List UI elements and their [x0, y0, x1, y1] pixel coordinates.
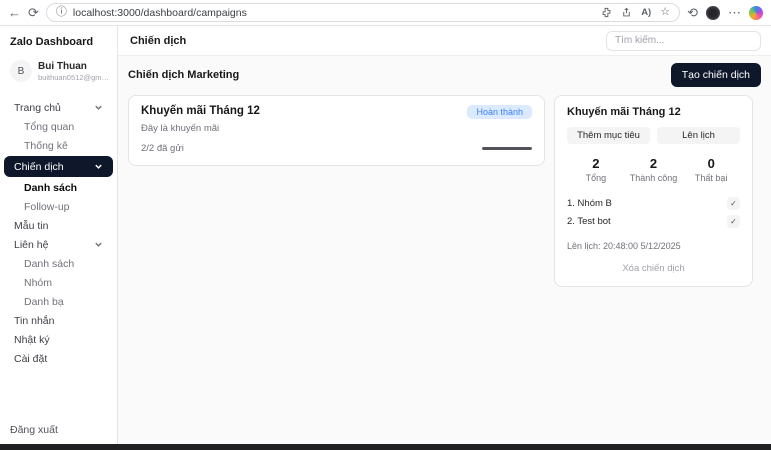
- sidebar-item-label: Danh sách: [24, 258, 74, 270]
- target-label: 1. Nhóm B: [567, 198, 612, 209]
- user-name: Bui Thuan: [38, 60, 110, 73]
- schedule-info: Lên lịch: 20:48:00 5/12/2025: [567, 241, 740, 251]
- sidebar: Zalo Dashboard B Bui Thuan buithuan0512@…: [0, 26, 118, 444]
- chevron-down-icon: [94, 103, 103, 112]
- sidebar-item-label: Follow-up: [24, 201, 70, 213]
- more-menu-icon[interactable]: ⋯: [728, 6, 741, 19]
- create-campaign-button[interactable]: Tạo chiến dịch: [671, 63, 761, 87]
- address-bar[interactable]: ⓘ localhost:3000/dashboard/campaigns A) …: [46, 3, 680, 22]
- detail-panel-title: Khuyến mãi Tháng 12: [567, 106, 740, 118]
- stat-failed-label: Thất bại: [682, 173, 740, 183]
- page-title: Chiến dịch: [130, 35, 186, 47]
- user-email: buithuan0512@gmail.com: [38, 73, 110, 82]
- sidebar-item-tin-nhan[interactable]: Tin nhắn: [8, 311, 109, 330]
- campaign-detail-panel: Khuyến mãi Tháng 12 Thêm mục tiêu Lên lị…: [554, 95, 753, 287]
- target-row: 1. Nhóm B ✓: [567, 194, 740, 212]
- search-input[interactable]: [606, 31, 761, 51]
- target-label: 2. Test bot: [567, 216, 611, 227]
- progress-bar: [482, 147, 532, 150]
- logout-button[interactable]: Đăng xuất: [10, 424, 58, 436]
- target-list: 1. Nhóm B ✓ 2. Test bot ✓: [567, 194, 740, 230]
- delete-campaign-button[interactable]: Xóa chiến dịch: [567, 263, 740, 274]
- stat-failed-value: 0: [682, 156, 740, 171]
- extensions-icon[interactable]: [601, 7, 612, 18]
- sidebar-item-label: Mẫu tin: [14, 220, 48, 232]
- content-area: Chiến dịch Marketing Tạo chiến dịch Khuy…: [118, 56, 771, 444]
- sidebar-item-nhom[interactable]: Nhóm: [8, 273, 109, 292]
- user-avatar: B: [10, 60, 32, 82]
- user-profile[interactable]: B Bui Thuan buithuan0512@gmail.com: [8, 58, 109, 84]
- sidebar-item-label: Chiến dịch: [14, 161, 64, 173]
- campaign-card[interactable]: Khuyến mãi Tháng 12 Hoàn thành Đây là kh…: [128, 95, 545, 166]
- sidebar-item-danh-ba[interactable]: Danh bạ: [8, 292, 109, 311]
- add-target-button[interactable]: Thêm mục tiêu: [567, 127, 650, 144]
- app-brand: Zalo Dashboard: [8, 34, 109, 58]
- stat-total-value: 2: [567, 156, 625, 171]
- favorite-star-icon[interactable]: ☆: [660, 7, 670, 18]
- taskbar-edge: [0, 444, 771, 450]
- sidebar-item-label: Trang chủ: [14, 102, 61, 114]
- sidebar-nav: Trang chủ Tổng quan Thống kê Chiến dịch …: [8, 98, 109, 368]
- sidebar-item-label: Tổng quan: [24, 121, 74, 133]
- reload-icon[interactable]: ⟳: [28, 6, 39, 19]
- section-title: Chiến dịch Marketing: [128, 69, 239, 81]
- sidebar-item-label: Nhật ký: [14, 334, 50, 346]
- sidebar-item-label: Liên hệ: [14, 239, 48, 251]
- sidebar-item-label: Danh bạ: [24, 296, 64, 308]
- browser-essentials-icon[interactable]: ⟲: [687, 6, 698, 19]
- stat-success-label: Thành công: [625, 173, 683, 183]
- browser-profile-avatar[interactable]: [706, 6, 720, 20]
- sidebar-item-label: Nhóm: [24, 277, 52, 289]
- sidebar-item-lien-he[interactable]: Liên hệ: [8, 235, 109, 254]
- status-badge: Hoàn thành: [467, 105, 532, 119]
- sidebar-item-cai-dat[interactable]: Cài đặt: [8, 349, 109, 368]
- sidebar-item-danh-sach-lien-he[interactable]: Danh sách: [8, 254, 109, 273]
- campaign-stats: 2 Tổng 2 Thành công 0 Thất bại: [567, 156, 740, 183]
- chevron-down-icon: [94, 162, 103, 171]
- sidebar-item-thong-ke[interactable]: Thống kê: [8, 136, 109, 155]
- progress-bar-fill: [482, 147, 532, 150]
- check-icon: ✓: [727, 197, 740, 210]
- copilot-icon[interactable]: [749, 6, 763, 20]
- sidebar-item-danh-sach-chien-dich[interactable]: Danh sách: [8, 178, 109, 197]
- sidebar-item-follow-up[interactable]: Follow-up: [8, 197, 109, 216]
- sidebar-item-mau-tin[interactable]: Mẫu tin: [8, 216, 109, 235]
- sidebar-item-label: Cài đặt: [14, 353, 47, 365]
- check-icon: ✓: [727, 215, 740, 228]
- back-icon[interactable]: ←: [8, 6, 21, 19]
- read-aloud-icon[interactable]: A): [641, 7, 651, 18]
- sidebar-item-label: Thống kê: [24, 140, 68, 152]
- sidebar-item-nhat-ky[interactable]: Nhật ký: [8, 330, 109, 349]
- sidebar-item-label: Danh sách: [24, 182, 77, 194]
- browser-toolbar: ← ⟳ ⓘ localhost:3000/dashboard/campaigns…: [0, 0, 771, 26]
- chevron-down-icon: [94, 240, 103, 249]
- site-info-icon[interactable]: ⓘ: [56, 7, 67, 18]
- sidebar-item-chien-dich[interactable]: Chiến dịch: [4, 156, 113, 177]
- schedule-button[interactable]: Lên lịch: [657, 127, 740, 144]
- sidebar-item-label: Tin nhắn: [14, 315, 54, 327]
- url-text[interactable]: localhost:3000/dashboard/campaigns: [73, 7, 595, 19]
- page-header: Chiến dịch: [118, 26, 771, 56]
- share-icon[interactable]: [621, 7, 632, 18]
- sidebar-item-trang-chu[interactable]: Trang chủ: [8, 98, 109, 117]
- target-row: 2. Test bot ✓: [567, 212, 740, 230]
- stat-success-value: 2: [625, 156, 683, 171]
- stat-total-label: Tổng: [567, 173, 625, 183]
- sent-count: 2/2 đã gửi: [141, 143, 184, 154]
- sidebar-item-tong-quan[interactable]: Tổng quan: [8, 117, 109, 136]
- campaign-description: Đây là khuyến mãi: [141, 123, 532, 134]
- campaign-title: Khuyến mãi Tháng 12: [141, 105, 260, 117]
